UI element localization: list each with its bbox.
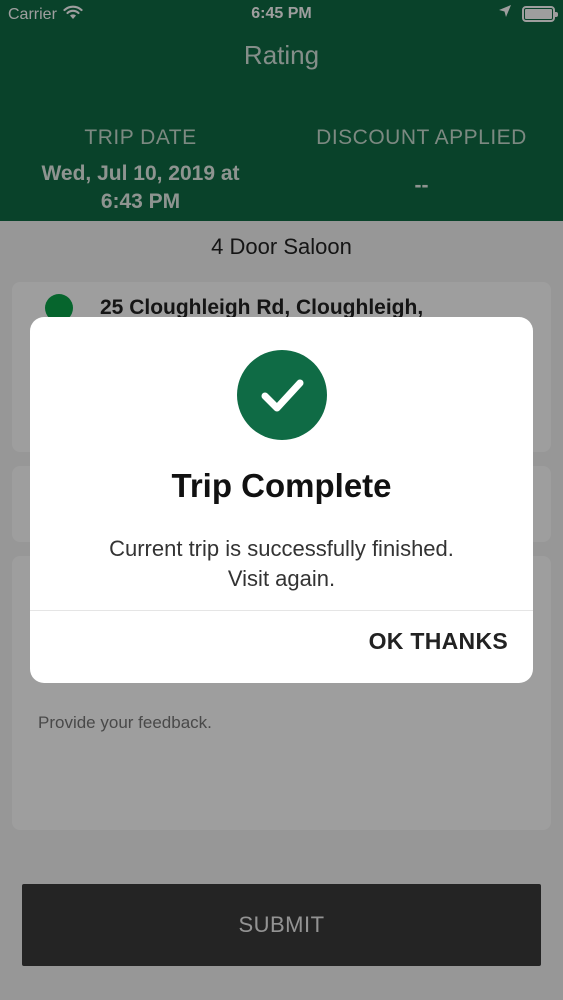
ok-thanks-button[interactable]: OK THANKS	[369, 628, 508, 655]
dialog-message: Current trip is successfully finished. V…	[30, 534, 533, 594]
dialog-message-line1: Current trip is successfully finished.	[109, 536, 454, 561]
dialog-title: Trip Complete	[171, 467, 392, 504]
trip-complete-dialog: Trip Complete Current trip is successful…	[30, 317, 533, 683]
dialog-message-line2: Visit again.	[227, 566, 336, 591]
dialog-divider	[30, 610, 533, 611]
check-icon	[237, 350, 327, 440]
screen: Carrier 6:45 PM Rating TRIP DATE Wed, Ju…	[0, 0, 563, 1000]
